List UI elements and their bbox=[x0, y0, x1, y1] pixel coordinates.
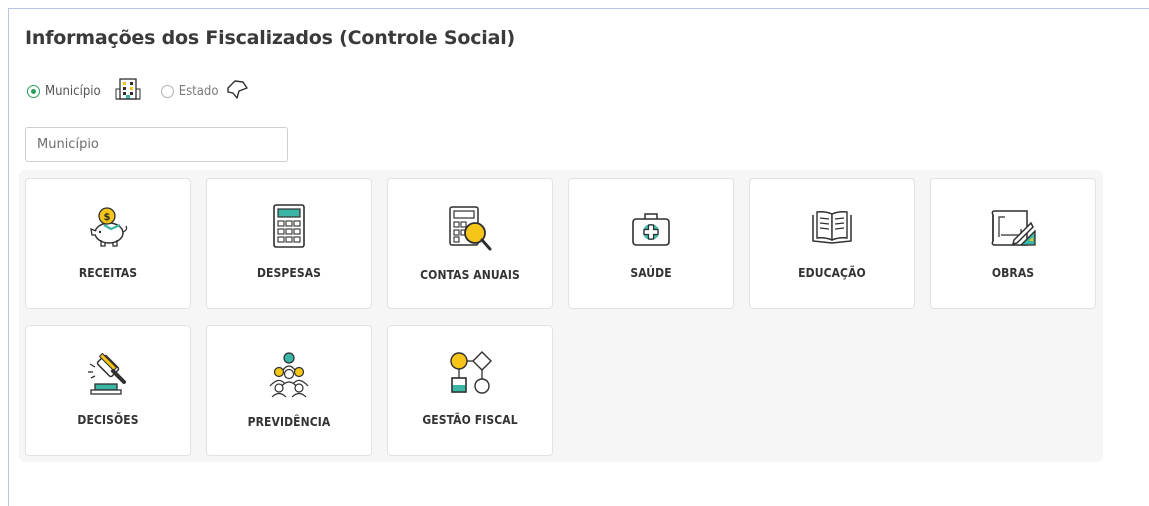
card-previdencia-label: PREVIDÊNCIA bbox=[247, 415, 331, 429]
card-educacao[interactable]: EDUCAÇÃO bbox=[749, 178, 915, 309]
people-group-icon bbox=[263, 350, 315, 402]
card-decisoes[interactable]: DECISÕES bbox=[25, 325, 191, 456]
map-icon bbox=[225, 78, 249, 104]
gavel-icon bbox=[84, 350, 132, 400]
municipio-search-input[interactable] bbox=[25, 127, 288, 162]
card-contas-anuais[interactable]: CONTAS ANUAIS bbox=[387, 178, 553, 309]
book-icon bbox=[809, 207, 855, 251]
card-decisoes-label: DECISÕES bbox=[77, 413, 139, 427]
card-obras-label: OBRAS bbox=[991, 266, 1035, 280]
page-title: Informações dos Fiscalizados (Controle S… bbox=[25, 27, 516, 49]
card-saude-label: SAÚDE bbox=[630, 266, 672, 280]
building-icon bbox=[115, 77, 141, 105]
card-despesas[interactable]: DESPESAS bbox=[206, 178, 372, 309]
calculator-icon bbox=[267, 203, 311, 253]
blueprint-icon bbox=[987, 205, 1039, 255]
card-educacao-label: EDUCAÇÃO bbox=[798, 266, 866, 280]
card-saude[interactable]: SAÚDE bbox=[568, 178, 734, 309]
card-despesas-label: DESPESAS bbox=[256, 266, 322, 280]
medical-kit-icon bbox=[630, 211, 672, 251]
card-obras[interactable]: OBRAS bbox=[930, 178, 1096, 309]
card-gestao-fiscal-label: GESTÃO FISCAL bbox=[422, 413, 518, 427]
card-contas-anuais-label: CONTAS ANUAIS bbox=[420, 268, 520, 282]
radio-estado[interactable] bbox=[160, 84, 174, 98]
scope-radio-group: Município Estado bbox=[27, 77, 249, 105]
card-receitas-label: RECEITAS bbox=[78, 266, 138, 280]
card-gestao-fiscal[interactable]: GESTÃO FISCAL bbox=[387, 325, 553, 456]
svg-text:$: $ bbox=[104, 212, 111, 223]
calculator-magnifier-icon bbox=[446, 203, 494, 259]
radio-municipio-label[interactable]: Município bbox=[45, 84, 101, 99]
radio-estado-label[interactable]: Estado bbox=[179, 84, 219, 99]
flowchart-icon bbox=[446, 350, 494, 402]
card-previdencia[interactable]: PREVIDÊNCIA bbox=[206, 325, 372, 456]
card-receitas[interactable]: $ RECEITAS bbox=[25, 178, 191, 309]
radio-municipio[interactable] bbox=[27, 84, 40, 98]
piggy-bank-icon: $ bbox=[85, 203, 131, 253]
